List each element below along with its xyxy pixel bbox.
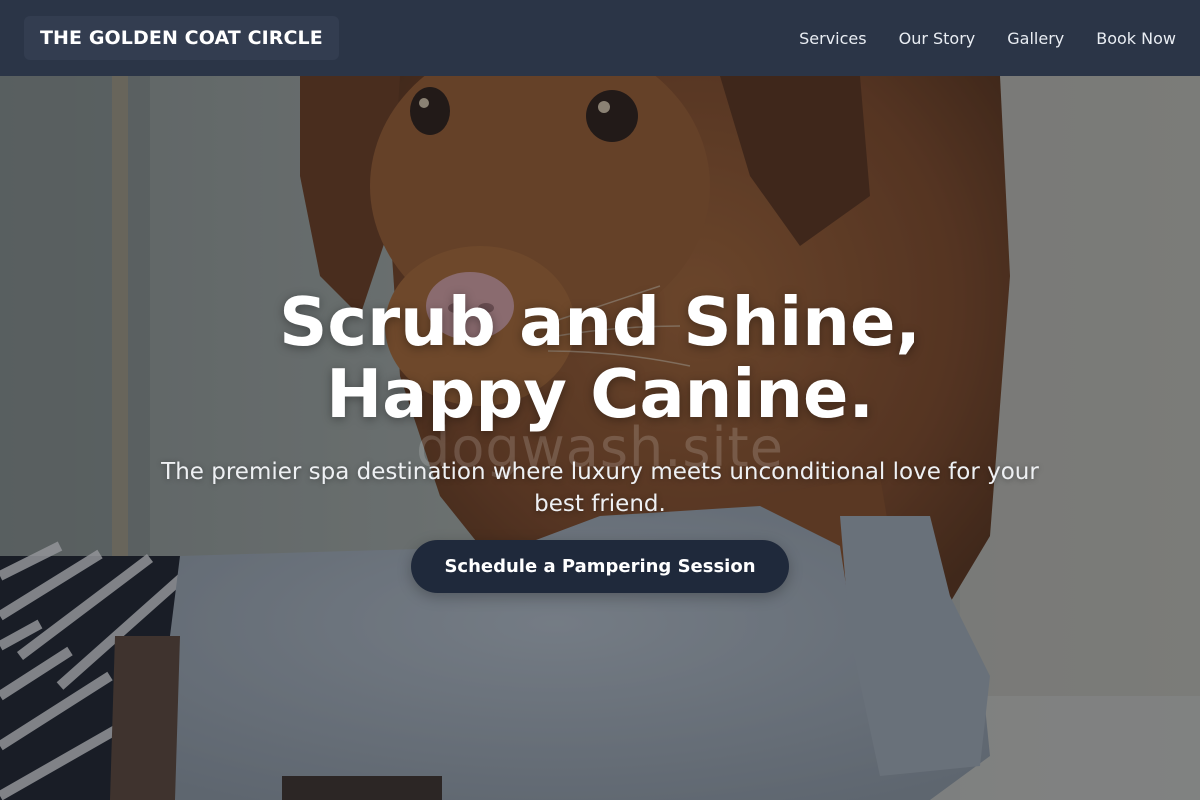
hero-headline-line-1: Scrub and Shine,	[279, 283, 921, 361]
nav-link-gallery[interactable]: Gallery	[1007, 29, 1064, 48]
hero-section: dogwash.site Scrub and Shine, Happy Cani…	[0, 76, 1200, 800]
hero-subtitle: The premier spa destination where luxury…	[161, 459, 1039, 517]
hero-headline: Scrub and Shine, Happy Canine.	[0, 286, 1200, 430]
hero-content: Scrub and Shine, Happy Canine. The premi…	[0, 286, 1200, 593]
brand-logo[interactable]: THE GOLDEN COAT CIRCLE	[24, 16, 339, 60]
hero-headline-line-2: Happy Canine.	[326, 355, 874, 433]
brand-name: THE GOLDEN COAT CIRCLE	[40, 27, 323, 49]
nav-link-book-now[interactable]: Book Now	[1096, 29, 1176, 48]
nav-link-our-story[interactable]: Our Story	[899, 29, 976, 48]
nav-link-services[interactable]: Services	[799, 29, 866, 48]
schedule-session-button[interactable]: Schedule a Pampering Session	[411, 540, 789, 593]
main-nav: Services Our Story Gallery Book Now	[799, 29, 1176, 48]
site-header: THE GOLDEN COAT CIRCLE Services Our Stor…	[0, 0, 1200, 76]
